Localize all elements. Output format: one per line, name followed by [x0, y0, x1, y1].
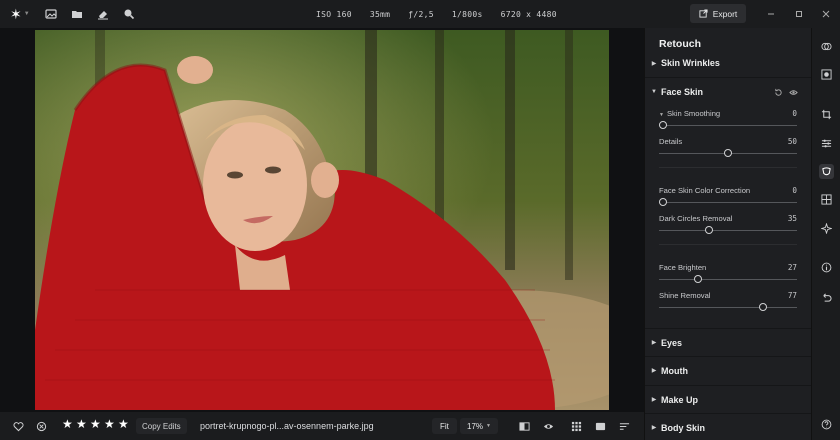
- chevron-right-icon: ▶: [651, 60, 657, 67]
- slider-track[interactable]: [659, 202, 797, 203]
- slider-knob[interactable]: [704, 226, 713, 234]
- star-icon[interactable]: ★: [118, 418, 129, 430]
- slider-label: Details: [659, 137, 683, 146]
- star-icon[interactable]: ★: [90, 418, 101, 430]
- star-icon[interactable]: ★: [62, 418, 73, 430]
- info-icon[interactable]: [819, 260, 834, 275]
- slider-track[interactable]: [659, 125, 797, 126]
- star-icon[interactable]: ★: [76, 418, 87, 430]
- reject-icon[interactable]: [33, 418, 49, 434]
- crop-icon[interactable]: [819, 107, 834, 122]
- exif-resolution: 6720 x 4480: [500, 9, 557, 19]
- minimize-icon[interactable]: [761, 0, 781, 28]
- app-logo-icon[interactable]: ✶: [10, 6, 22, 23]
- slider-label: Skin Smoothing: [666, 109, 721, 118]
- export-button[interactable]: Export: [690, 4, 746, 23]
- slider-label: Face Brighten: [659, 263, 707, 272]
- retouch-panel: Retouch ▶ Skin Wrinkles ▼ Face Skin ▼ Ski…: [644, 28, 812, 440]
- chevron-right-icon: ▶: [651, 397, 657, 403]
- section-make-up[interactable]: ▶ Make Up: [645, 385, 812, 413]
- help-icon[interactable]: [819, 417, 834, 432]
- layers-icon[interactable]: [819, 39, 834, 54]
- slider-track[interactable]: [659, 307, 797, 308]
- top-toolbar: ✶ ▼ ISO 160 35mm ƒ/2,5 1/800s 6720 x 448…: [0, 0, 840, 28]
- chevron-right-icon: ▶: [651, 425, 657, 431]
- fit-button[interactable]: Fit: [432, 418, 457, 434]
- ai-magic-icon[interactable]: [819, 221, 834, 236]
- slider-knob[interactable]: [724, 149, 732, 157]
- slider-value: 50: [787, 137, 797, 146]
- export-icon: [699, 9, 708, 18]
- star-icon[interactable]: ★: [104, 418, 115, 430]
- visibility-eye-icon[interactable]: [789, 88, 798, 97]
- slider-knob[interactable]: [759, 303, 768, 311]
- sort-icon[interactable]: [616, 418, 632, 434]
- slider-track[interactable]: [659, 279, 797, 280]
- slider-label: Face Skin Color Correction: [659, 186, 751, 195]
- section-label: Skin Wrinkles: [661, 58, 720, 68]
- slider-value: 0: [792, 186, 797, 195]
- section-skin-wrinkles[interactable]: ▶ Skin Wrinkles: [645, 49, 812, 77]
- copy-edits-button[interactable]: Copy Edits: [136, 418, 187, 434]
- photo-canvas[interactable]: [0, 28, 644, 412]
- chevron-down-icon: ▼: [486, 423, 491, 429]
- section-eyes[interactable]: ▶ Eyes: [645, 328, 812, 356]
- chevron-down-icon[interactable]: ▼: [24, 11, 30, 17]
- slider-label: Dark Circles Removal: [659, 214, 733, 223]
- file-name: portret-krupnogo-pl...av-osennem-parke.j…: [200, 421, 374, 431]
- slider-track[interactable]: [659, 230, 797, 231]
- section-label: Make Up: [661, 394, 699, 405]
- zoom-search-icon[interactable]: [120, 5, 138, 23]
- split-view-icon[interactable]: [516, 418, 532, 434]
- chevron-right-icon: ▶: [651, 368, 657, 374]
- exif-aperture: ƒ/2,5: [408, 9, 434, 19]
- exif-iso: ISO 160: [316, 9, 352, 19]
- section-label: Eyes: [661, 337, 683, 348]
- section-label: Mouth: [661, 365, 688, 376]
- star-rating[interactable]: ★ ★ ★ ★ ★: [62, 418, 129, 430]
- exif-shutter: 1/800s: [451, 9, 483, 19]
- zoom-select[interactable]: 17% ▼: [460, 418, 498, 434]
- photo-library-icon[interactable]: [42, 5, 60, 23]
- pattern-icon[interactable]: [819, 192, 834, 207]
- export-label: Export: [712, 8, 738, 19]
- eraser-icon[interactable]: [94, 5, 112, 23]
- heart-icon[interactable]: [10, 418, 26, 434]
- bottom-toolbar: ★ ★ ★ ★ ★ Copy Edits portret-krupnogo-pl…: [0, 412, 644, 440]
- slider-knob[interactable]: [659, 121, 667, 129]
- slider-label: Shine Removal: [659, 291, 711, 300]
- slider-value: 35: [787, 214, 797, 223]
- tool-rail: [811, 28, 840, 440]
- eye-icon[interactable]: [540, 418, 556, 434]
- retouch-face-icon[interactable]: [819, 164, 834, 179]
- divider: [659, 244, 797, 245]
- exif-info: ISO 160 35mm ƒ/2,5 1/800s 6720 x 4480: [316, 0, 557, 28]
- slider-value: 77: [787, 291, 797, 300]
- zoom-value: 17%: [467, 421, 484, 431]
- mask-icon[interactable]: [819, 67, 834, 82]
- chevron-down-icon: ▼: [651, 88, 657, 95]
- maximize-icon[interactable]: [789, 0, 809, 28]
- slider-knob[interactable]: [694, 275, 703, 283]
- reset-icon[interactable]: [774, 88, 783, 97]
- single-view-icon[interactable]: [592, 418, 608, 434]
- folder-icon[interactable]: [68, 5, 86, 23]
- section-label: Body Skin: [661, 422, 706, 433]
- section-mouth[interactable]: ▶ Mouth: [645, 356, 812, 384]
- divider: [659, 167, 797, 168]
- adjustments-icon[interactable]: [819, 136, 834, 151]
- close-icon[interactable]: [816, 0, 836, 28]
- section-body-skin[interactable]: ▶ Body Skin: [645, 413, 812, 440]
- undo-history-icon[interactable]: [819, 290, 834, 305]
- portrait-photo[interactable]: [35, 30, 609, 410]
- slider-knob[interactable]: [659, 198, 667, 206]
- chevron-right-icon: ▶: [651, 340, 657, 346]
- grid-view-icon[interactable]: [568, 418, 584, 434]
- chevron-down-icon: ▼: [659, 112, 664, 118]
- section-face-skin[interactable]: ▼ Face Skin: [645, 77, 812, 105]
- slider-value: 0: [792, 109, 797, 118]
- section-label: Face Skin: [661, 86, 704, 97]
- exif-focal-length: 35mm: [369, 9, 391, 19]
- slider-value: 27: [787, 263, 797, 272]
